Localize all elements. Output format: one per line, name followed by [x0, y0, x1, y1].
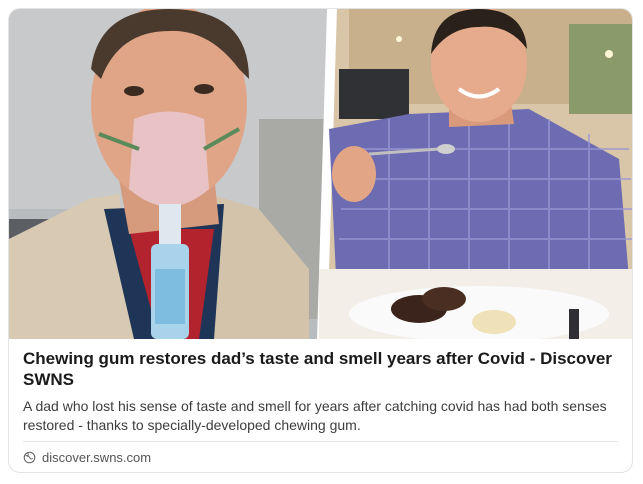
- source-domain[interactable]: discover.swns.com: [42, 450, 151, 465]
- article-description: A dad who lost his sense of taste and sm…: [23, 398, 607, 433]
- hero-image[interactable]: [9, 9, 632, 339]
- article-title[interactable]: Chewing gum restores dad’s taste and sme…: [23, 348, 623, 390]
- preview-text: Chewing gum restores dad’s taste and sme…: [23, 348, 623, 435]
- globe-icon: [23, 451, 36, 464]
- left-photo-mask-man: [9, 9, 329, 339]
- link-preview-card[interactable]: Chewing gum restores dad’s taste and sme…: [8, 8, 633, 473]
- source-link[interactable]: discover.swns.com: [23, 450, 151, 465]
- right-photo-dessert-man: [319, 9, 632, 339]
- divider: [23, 441, 618, 442]
- hero-collage: [9, 9, 632, 339]
